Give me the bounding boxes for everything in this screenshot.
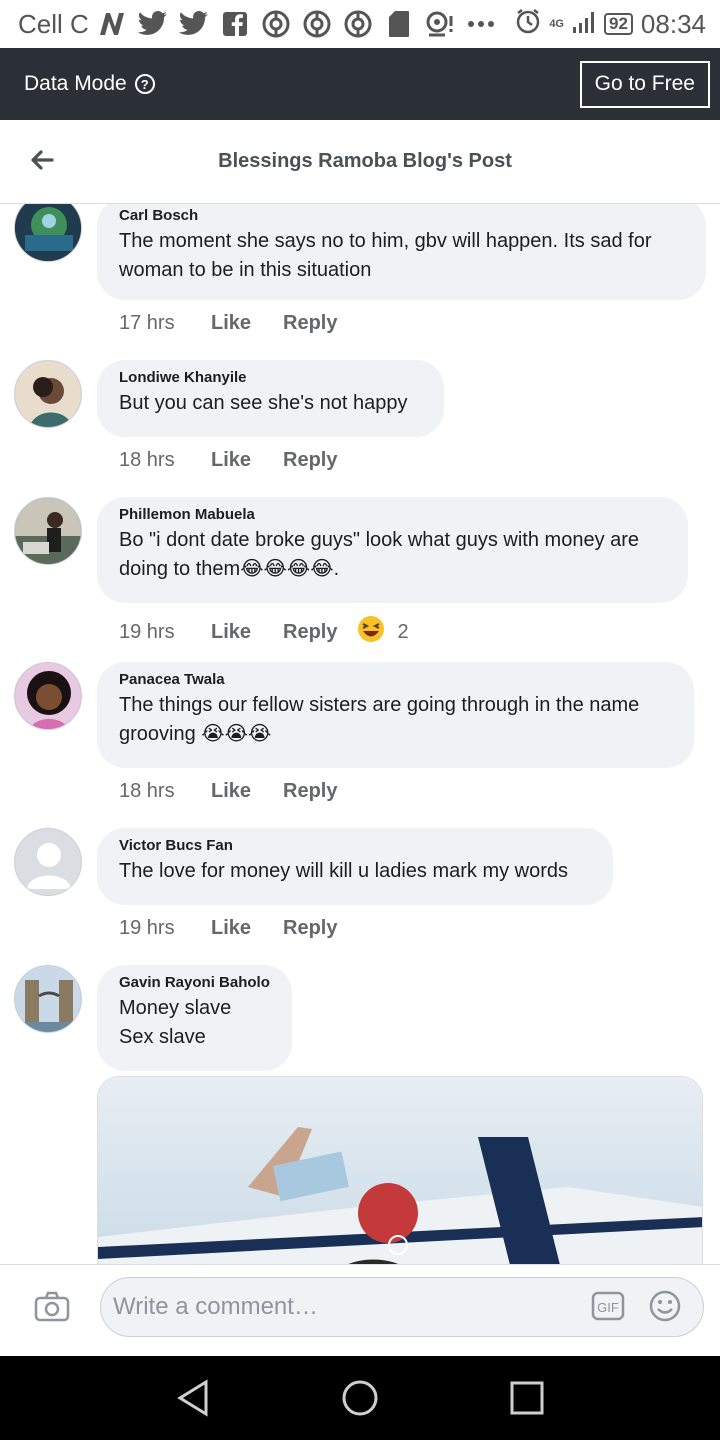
like-button[interactable]: Like	[211, 621, 283, 644]
avatar[interactable]	[14, 497, 82, 565]
vpn-icon	[343, 9, 373, 39]
comment-author[interactable]: Gavin Rayoni Baholo	[119, 974, 270, 991]
like-button[interactable]: Like	[211, 449, 283, 472]
comment-actions: 19 hrs Like Reply 2	[119, 615, 409, 649]
like-button[interactable]: Like	[211, 312, 283, 335]
comment-actions: 18 hrs Like Reply	[119, 780, 337, 803]
reaction-count: 2	[397, 620, 409, 643]
avatar[interactable]	[14, 204, 82, 262]
reply-button[interactable]: Reply	[283, 917, 337, 940]
home-circle-icon[interactable]	[337, 1375, 383, 1421]
svg-text:GIF: GIF	[597, 1300, 619, 1315]
data-mode-label: Data Mode	[24, 72, 127, 95]
system-nav-bar	[0, 1356, 720, 1440]
back-arrow-icon[interactable]	[26, 144, 58, 176]
twitter-icon	[178, 9, 209, 39]
vpn-icon	[302, 9, 332, 39]
comment-input[interactable]: Write a comment… GIF	[100, 1277, 704, 1337]
comment-bubble: Gavin Rayoni Baholo Money slave Sex slav…	[97, 965, 292, 1071]
gif-icon[interactable]: GIF	[591, 1291, 625, 1321]
comment-author[interactable]: Phillemon Mabuela	[119, 506, 666, 523]
status-right: 4G 92 08:34	[515, 8, 706, 41]
comment-actions: 18 hrs Like Reply	[119, 449, 337, 472]
comment-author[interactable]: Londiwe Khanyile	[119, 369, 422, 386]
network-type: 4G	[549, 17, 564, 30]
reply-button[interactable]: Reply	[283, 780, 337, 803]
page-title: Blessings Ramoba Blog's Post	[218, 150, 512, 172]
default-avatar-icon[interactable]	[14, 828, 82, 896]
avatar[interactable]	[14, 965, 82, 1033]
go-to-free-button[interactable]: Go to Free	[579, 60, 710, 108]
comment-composer: Write a comment… GIF	[0, 1264, 720, 1356]
comment-bubble: Panacea Twala The things our fellow sist…	[97, 662, 694, 768]
comment-time[interactable]: 17 hrs	[119, 312, 211, 335]
comment-text: The things our fellow sisters are going …	[119, 694, 640, 745]
comment-attached-photo[interactable]	[97, 1076, 703, 1264]
alarm-icon	[515, 8, 541, 41]
comment-text: The love for money will kill u ladies ma…	[119, 860, 569, 882]
comment-time[interactable]: 18 hrs	[119, 780, 211, 803]
comment-placeholder: Write a comment…	[113, 1293, 318, 1320]
comment-bubble: Londiwe Khanyile But you can see she's n…	[97, 360, 444, 437]
comment-text: Bo "i dont date broke guys" look what gu…	[119, 529, 640, 580]
more-icon	[466, 9, 496, 39]
avatar[interactable]	[14, 662, 82, 730]
back-triangle-icon[interactable]	[170, 1375, 216, 1421]
comment-bubble: Phillemon Mabuela Bo "i dont date broke …	[97, 497, 688, 603]
notification-icons	[97, 9, 496, 39]
comment-author[interactable]: Victor Bucs Fan	[119, 837, 591, 854]
sdcard-icon	[384, 9, 414, 39]
comment-bubble: Carl Bosch The moment she says no to him…	[97, 204, 706, 300]
reaction-summary[interactable]: 2	[357, 615, 409, 649]
avatar[interactable]	[14, 360, 82, 428]
comment-text: The moment she says no to him, gbv will …	[119, 230, 652, 281]
comment-author[interactable]: Carl Bosch	[119, 207, 684, 224]
like-button[interactable]: Like	[211, 780, 283, 803]
signal-icon	[572, 9, 596, 40]
comments-list: Carl Bosch The moment she says no to him…	[0, 204, 720, 1264]
data-mode-bar: Data Mode ? Go to Free	[0, 48, 720, 120]
carrier-name: Cell C	[18, 8, 89, 39]
comment-actions: 19 hrs Like Reply	[119, 917, 337, 940]
like-button[interactable]: Like	[211, 917, 283, 940]
comment-time[interactable]: 19 hrs	[119, 917, 211, 940]
reply-button[interactable]: Reply	[283, 312, 337, 335]
comment-actions: 17 hrs Like Reply	[119, 312, 337, 335]
comment-bubble: Victor Bucs Fan The love for money will …	[97, 828, 613, 905]
smiley-icon[interactable]	[648, 1289, 682, 1323]
twitter-icon	[137, 9, 168, 39]
reply-button[interactable]: Reply	[283, 449, 337, 472]
comment-author[interactable]: Panacea Twala	[119, 671, 672, 688]
recents-square-icon[interactable]	[504, 1375, 550, 1421]
location-icon	[425, 9, 455, 39]
battery-indicator: 92	[604, 13, 633, 35]
comment-text: But you can see she's not happy	[119, 392, 408, 414]
status-bar: Cell C 4G 92 08:34	[0, 0, 720, 48]
vpn-icon	[261, 9, 291, 39]
post-header: Blessings Ramoba Blog's Post	[0, 120, 720, 204]
help-icon[interactable]: ?	[134, 74, 155, 94]
camera-icon[interactable]	[32, 1287, 72, 1327]
comment-time[interactable]: 18 hrs	[119, 449, 211, 472]
facebook-icon	[220, 9, 250, 39]
n-app-icon	[97, 9, 127, 39]
clock: 08:34	[640, 8, 706, 39]
laughing-emoji-icon	[357, 615, 385, 649]
comment-text: Money slave Sex slave	[119, 997, 232, 1048]
reply-button[interactable]: Reply	[283, 621, 337, 644]
comment-time[interactable]: 19 hrs	[119, 621, 211, 644]
